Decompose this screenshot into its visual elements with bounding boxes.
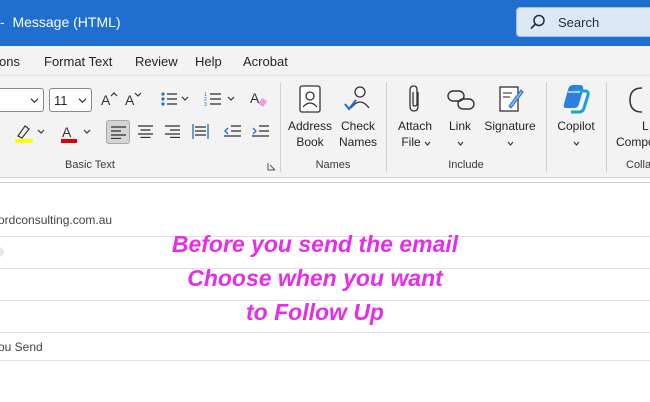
loop-label-line2: Compo <box>616 135 650 149</box>
check-names-label-line2: Names <box>338 135 377 149</box>
copilot-label: Copilot <box>557 119 595 133</box>
copilot-icon <box>563 85 590 114</box>
highlight-color-bar <box>15 139 33 143</box>
check-names-button[interactable]: Check Names <box>336 80 380 156</box>
check-names-icon <box>344 86 370 111</box>
signature-icon <box>499 86 524 112</box>
search-label: Search <box>558 15 600 30</box>
tab-acrobat[interactable]: Acrobat <box>243 54 288 69</box>
search-icon <box>530 14 545 30</box>
increase-indent-icon[interactable] <box>252 124 269 139</box>
divider <box>0 182 650 183</box>
link-button[interactable]: Link <box>440 80 480 156</box>
window-title: - Message (HTML) <box>0 14 121 30</box>
annotation-overlay: Before you send the email Choose when yo… <box>171 231 459 325</box>
loop-components-button[interactable]: L Compo <box>612 80 650 156</box>
signature-label: Signature <box>484 119 536 133</box>
tab-help[interactable]: Help <box>195 54 222 69</box>
separator <box>386 82 387 172</box>
loop-icon <box>629 87 643 113</box>
ribbon: 11 A A 1 2 3 A A Basic Text Address Book… <box>0 76 650 178</box>
chevron-down-icon <box>573 141 580 146</box>
send-option-label[interactable]: ou Send <box>0 340 43 354</box>
chevron-down-icon <box>424 141 431 146</box>
justify-icon[interactable] <box>192 124 209 139</box>
font-size-dropdown[interactable]: 11 <box>49 88 92 112</box>
chevron-down-icon <box>507 141 514 146</box>
separator <box>606 82 607 172</box>
shrink-font-icon[interactable]: A <box>124 90 142 108</box>
dialog-launcher-icon[interactable] <box>267 162 276 171</box>
title-bar: - Message (HTML) Search <box>0 0 650 46</box>
check-names-label-line1: Check <box>340 119 375 133</box>
svg-text:A: A <box>125 92 135 108</box>
highlight-icon[interactable] <box>14 122 48 144</box>
group-label-basic-text: Basic Text <box>65 159 115 171</box>
separator <box>280 82 281 172</box>
font-name-dropdown[interactable] <box>0 88 44 112</box>
address-book-button[interactable]: Address Book <box>286 80 334 156</box>
bullets-icon[interactable] <box>160 91 190 107</box>
clear-formatting-icon[interactable]: A <box>250 89 268 109</box>
paperclip-icon <box>409 85 419 112</box>
font-color-icon[interactable]: A <box>60 122 94 144</box>
grow-font-icon[interactable]: A <box>100 90 118 108</box>
from-field-value[interactable]: ordconsulting.com.au <box>0 213 112 227</box>
divider <box>0 332 650 333</box>
address-book-label-line1: Address <box>287 119 333 133</box>
group-label-include: Include <box>448 159 484 171</box>
divider <box>0 360 650 361</box>
attach-file-button[interactable]: Attach File <box>392 80 438 156</box>
tab-options[interactable]: ons <box>0 54 20 69</box>
font-size-value: 11 <box>54 93 68 108</box>
copilot-button[interactable]: Copilot <box>551 80 601 156</box>
recipient-chip <box>0 247 4 257</box>
align-right-icon[interactable] <box>165 125 180 138</box>
address-book-label-line2: Book <box>296 135 324 149</box>
search-box[interactable]: Search <box>516 7 650 37</box>
font-color-bar <box>61 139 77 143</box>
align-left-icon <box>111 126 126 139</box>
svg-text:A: A <box>101 92 111 108</box>
numbering-icon[interactable]: 1 2 3 <box>204 91 236 107</box>
link-icon <box>447 90 475 110</box>
decrease-indent-icon[interactable] <box>224 124 241 139</box>
loop-label-line1: L <box>642 119 649 133</box>
chevron-down-icon <box>30 98 39 104</box>
svg-text:3: 3 <box>204 102 207 107</box>
svg-text:A: A <box>62 124 72 140</box>
group-label-names: Names <box>315 159 351 171</box>
signature-button[interactable]: Signature <box>482 80 538 156</box>
align-left-button[interactable] <box>106 120 130 144</box>
chevron-down-icon <box>78 98 87 104</box>
align-center-icon[interactable] <box>138 125 153 138</box>
chevron-down-icon <box>457 141 464 146</box>
link-label: Link <box>448 119 471 133</box>
separator <box>546 82 547 172</box>
attach-file-label-line1: Attach <box>397 119 433 133</box>
address-book-icon <box>299 85 321 113</box>
tab-format-text[interactable]: Format Text <box>44 54 112 69</box>
tab-review[interactable]: Review <box>135 54 178 69</box>
group-label-collaborate: Colla <box>626 159 650 171</box>
menu-bar: ons Format Text Review Help Acrobat <box>0 46 650 76</box>
